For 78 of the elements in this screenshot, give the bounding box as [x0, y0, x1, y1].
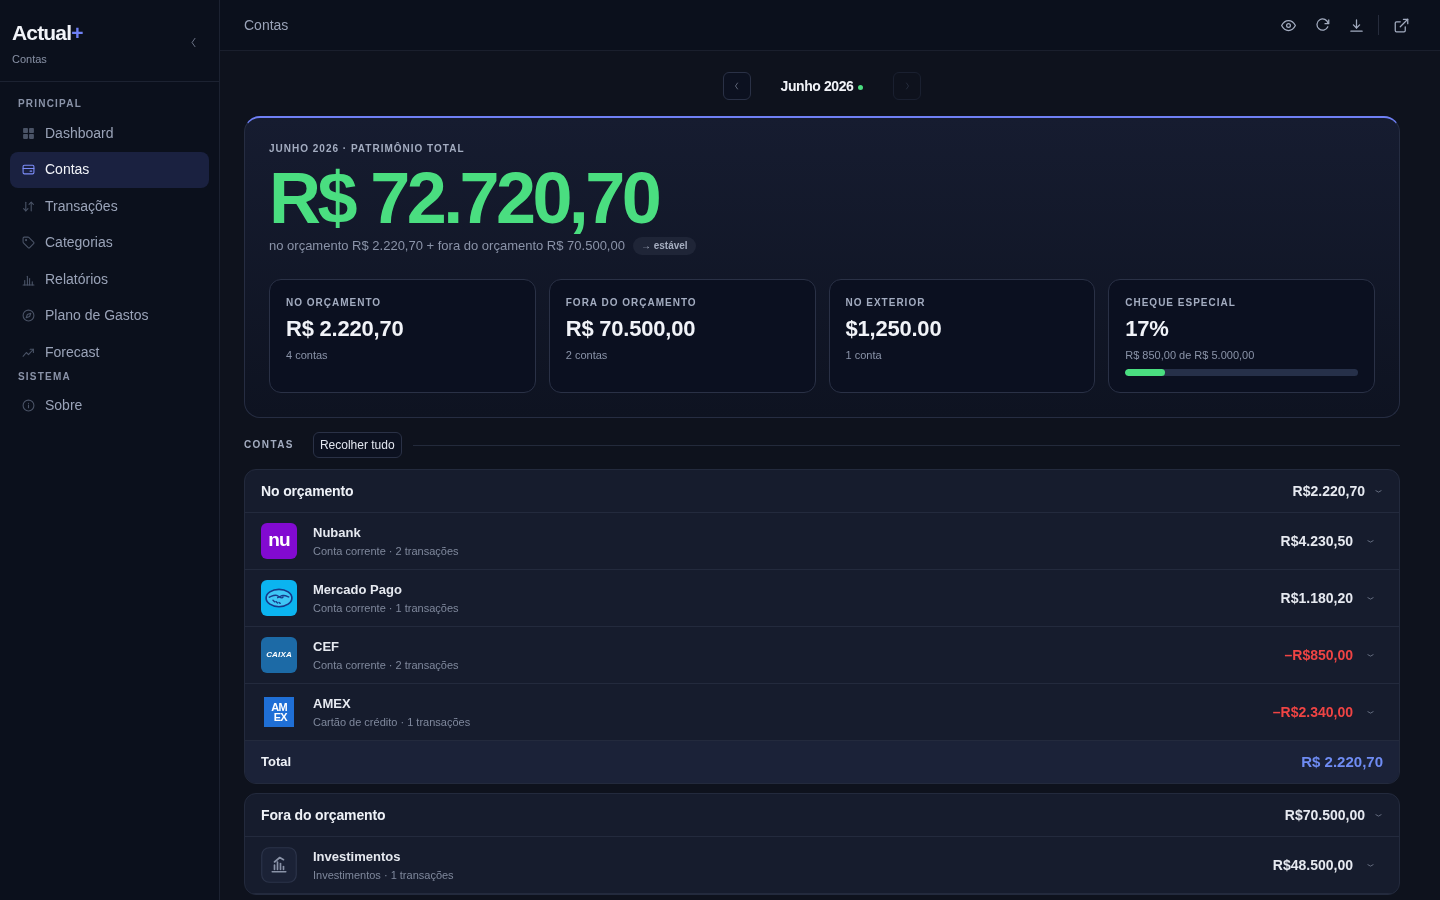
total-value: R$ 2.220,70: [1301, 751, 1383, 772]
collapse-all-button[interactable]: Recolher tudo: [312, 432, 402, 458]
nav-section-title: SISTEMA: [17, 370, 72, 383]
grid-icon: [22, 126, 35, 140]
stat-value: 17%: [1125, 316, 1170, 342]
app-logo: Actual+: [12, 20, 83, 46]
account-name: AMEX: [313, 695, 352, 712]
account-name: Nubank: [313, 524, 362, 541]
handshake-icon: [261, 580, 297, 616]
total-label: Total: [261, 753, 292, 772]
account-detail: Conta corrente · 1 transações: [313, 600, 460, 615]
bank-logo: CAIXA: [261, 637, 297, 673]
bank-logo: nu: [261, 523, 297, 559]
net-worth-amount: R$ 72.720,70: [269, 162, 659, 234]
month-label: Junho 2026: [780, 76, 854, 96]
account-detail: Conta corrente · 2 transações: [313, 543, 460, 558]
stat-label: NO ORÇAMENTO: [286, 297, 383, 309]
compass-icon: [22, 309, 35, 323]
sort-arrows-icon: [22, 199, 35, 213]
chevron-left-icon: [734, 82, 740, 90]
chevron-down-icon[interactable]: [1366, 595, 1375, 601]
stat-value: R$ 70.500,00: [565, 316, 697, 342]
stat-value: R$ 2.220,70: [286, 316, 405, 342]
download-icon: [1348, 17, 1364, 33]
nav-item[interactable]: Contas: [10, 151, 209, 188]
card-brand-logo: AM EX: [264, 697, 294, 727]
chevron-down-icon[interactable]: [1366, 538, 1375, 544]
nav-item[interactable]: Forecast: [10, 334, 209, 371]
account-name: Investimentos: [313, 848, 402, 865]
chevron-down-icon[interactable]: [1366, 709, 1375, 715]
chart-icon: [261, 847, 297, 883]
stat-label: FORA DO ORÇAMENTO: [565, 297, 698, 309]
account-balance: –R$850,00: [1284, 645, 1353, 665]
account-detail: Investimentos · 1 transações: [313, 867, 455, 882]
chevron-down-icon[interactable]: [1366, 862, 1375, 868]
group-total: R$2.220,70: [1292, 481, 1365, 501]
chevron-down-icon[interactable]: [1366, 652, 1375, 658]
account-balance: –R$2.340,00: [1272, 702, 1353, 722]
account-balance: R$4.230,50: [1280, 531, 1353, 551]
trend-badge: → estável: [632, 237, 696, 255]
breakdown-text: no orçamento R$ 2.220,70 + fora do orçamento R$ 70.500,00: [269, 238, 625, 254]
chevron-left-icon: [189, 36, 197, 48]
page-title: Contas: [244, 15, 289, 35]
refresh-icon: [1314, 17, 1330, 33]
stat-detail: 4 contas: [286, 348, 329, 362]
stat-label: NO EXTERIOR: [845, 297, 927, 309]
stat-detail: 2 contas: [565, 348, 609, 362]
page-subtitle: Contas: [12, 52, 48, 66]
nav-item[interactable]: Dashboard: [10, 115, 209, 152]
nav-item[interactable]: Sobre: [10, 387, 209, 424]
nav-section-title: PRINCIPAL: [17, 98, 83, 110]
nav-item[interactable]: Plano de Gastos: [10, 297, 209, 334]
account-balance: R$1.180,20: [1280, 588, 1353, 608]
group-total: R$70.500,00: [1284, 805, 1365, 825]
nav-item[interactable]: Categorias: [10, 224, 209, 261]
account-detail: Conta corrente · 2 transações: [313, 657, 460, 672]
stat-label: CHEQUE ESPECIAL: [1125, 297, 1237, 309]
account-name: Mercado Pago: [313, 581, 403, 598]
chevron-down-icon[interactable]: [1374, 488, 1383, 494]
chevron-right-icon: [904, 82, 910, 90]
tag-icon: [22, 236, 35, 250]
account-name: CEF: [313, 638, 340, 655]
card-icon: [22, 163, 35, 177]
nav-item[interactable]: Transações: [10, 188, 209, 225]
stat-detail: R$ 850,00 de R$ 5.000,00: [1125, 348, 1256, 362]
account-detail: Cartão de crédito · 1 transações: [313, 714, 472, 729]
section-title: CONTAS: [244, 439, 294, 451]
account-balance: R$48.500,00: [1272, 855, 1353, 875]
external-link-icon: [1393, 17, 1409, 33]
card-caption: JUNHO 2026 · PATRIMÔNIO TOTAL: [269, 143, 466, 155]
chevron-down-icon[interactable]: [1374, 812, 1383, 818]
group-title: No orçamento: [261, 481, 354, 501]
stat-value: $1,250.00: [845, 316, 943, 342]
group-title: Fora do orçamento: [261, 805, 386, 825]
info-icon: [22, 399, 35, 413]
stat-detail: 1 conta: [845, 348, 883, 362]
eye-icon: [1280, 17, 1296, 33]
nav-item[interactable]: Relatórios: [10, 261, 209, 298]
